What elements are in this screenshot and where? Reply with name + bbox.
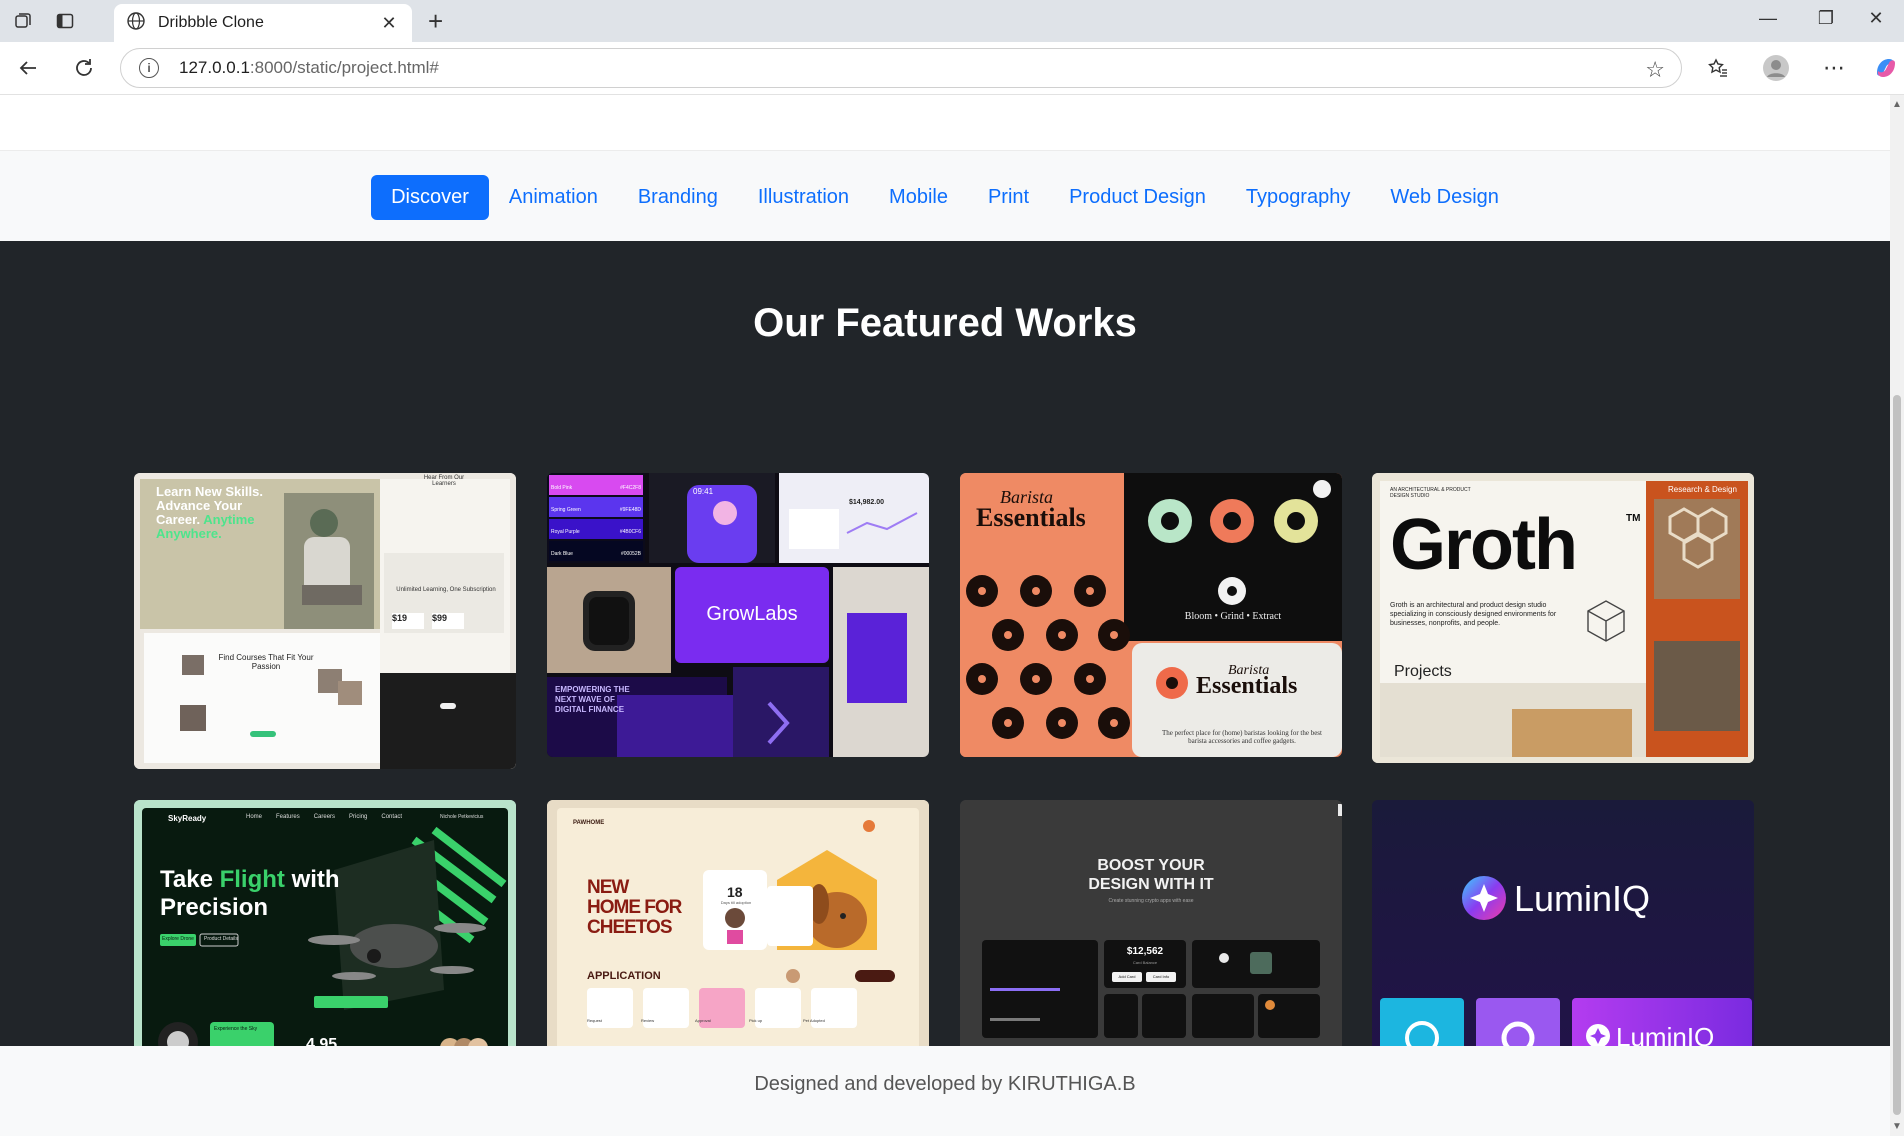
- window-close-icon[interactable]: ✕: [1856, 8, 1896, 29]
- card-5-user: Nichole Petkevicius: [440, 814, 484, 820]
- card-7-headline: BOOST YOUR DESIGN WITH IT: [1088, 857, 1214, 893]
- browser-tab-strip: Dribbble Clone ✕ + — ❐ ✕: [0, 0, 1904, 42]
- card-8-brand: LuminIQ: [1514, 878, 1651, 919]
- url-bar[interactable]: i 127.0.0.1:8000/static/project.html# ☆: [120, 48, 1682, 88]
- card-5-promo: Experience the Sky: [214, 1026, 258, 1032]
- featured-card-5[interactable]: SkyReady Home Features Careers Pricing Conta…: [134, 800, 516, 1079]
- card-2-swatch-list: Bold Pink #F4C2F8 Spring Green #9FE48D Roy…: [551, 485, 641, 557]
- card-4-kicker: AN ARCHITECTURAL & PRODUCT DESIGN STUDIO: [1390, 487, 1471, 499]
- category-branding[interactable]: Branding: [618, 175, 738, 220]
- category-nav: Discover Animation Branding Illustration…: [0, 150, 1890, 243]
- footer: Designed and developed by KIRUTHIGA.B: [0, 1046, 1890, 1136]
- featured-works-section: Our Featured Works Learn New Skills. Adv…: [0, 241, 1890, 1079]
- restore-icon[interactable]: ❐: [1806, 8, 1846, 29]
- card-4-tm: TM: [1626, 513, 1641, 524]
- minimize-icon[interactable]: —: [1748, 8, 1788, 29]
- card-6-days-label: Days till adoption: [720, 900, 752, 905]
- featured-card-1[interactable]: Learn New Skills. Advance Your Career. A…: [134, 473, 516, 769]
- workspaces-icon[interactable]: [10, 8, 36, 34]
- category-web-design[interactable]: Web Design: [1370, 175, 1519, 220]
- card-7-subtitle: Create stunning crypto apps with ease: [1108, 898, 1194, 904]
- featured-card-7[interactable]: BOOST YOUR DESIGN WITH IT Create stunnin…: [960, 800, 1342, 1079]
- favorite-star-icon[interactable]: ☆: [1645, 57, 1665, 83]
- category-print[interactable]: Print: [968, 175, 1049, 220]
- refresh-icon[interactable]: [70, 54, 98, 82]
- new-tab-icon[interactable]: +: [428, 8, 443, 34]
- profile-avatar-icon[interactable]: [1762, 54, 1790, 82]
- tab-title: Dribbble Clone: [158, 14, 264, 31]
- site-info-icon[interactable]: i: [139, 58, 159, 78]
- card-3-brand-main-2: Essentials: [1196, 673, 1298, 699]
- copilot-icon[interactable]: [1872, 54, 1900, 82]
- card-3-blurb: The perfect place for (home) baristas lo…: [1162, 729, 1322, 745]
- card-1-price-a: $19: [392, 613, 408, 623]
- card-1-price-b: $99: [432, 613, 448, 623]
- card-2-amount: $14,982.00: [849, 499, 885, 506]
- category-illustration[interactable]: Illustration: [738, 175, 869, 220]
- card-4-description: Groth is an architectural and product de…: [1390, 602, 1557, 627]
- card-7-btn-b: Card Info: [1152, 974, 1170, 979]
- card-6-headline: NEW HOME FOR CHEETOS: [587, 877, 682, 938]
- address-bar-row: i 127.0.0.1:8000/static/project.html# ☆ …: [0, 42, 1904, 95]
- card-5-headline: Take Flight with Precision: [160, 866, 340, 921]
- card-7-amount: $12,562: [1126, 946, 1164, 957]
- category-product-design[interactable]: Product Design: [1049, 175, 1226, 220]
- card-1-plan-title: Unlimited Learning, One Subscription: [396, 587, 496, 593]
- url-text: 127.0.0.1:8000/static/project.html#: [179, 58, 439, 77]
- scroll-up-icon[interactable]: ▲: [1892, 99, 1902, 110]
- scroll-down-icon[interactable]: ▼: [1892, 1121, 1902, 1132]
- browser-tab-active[interactable]: Dribbble Clone ✕: [114, 4, 412, 42]
- section-title: Our Featured Works: [753, 301, 1137, 345]
- featured-card-8[interactable]: LuminIQ LuminIQ: [1372, 800, 1754, 1079]
- featured-card-6[interactable]: PAWHOME NEW HOME FOR CHEETOS 18 Days til…: [547, 800, 929, 1079]
- back-icon[interactable]: [14, 54, 42, 82]
- card-1-side-title: Hear From Our Learners: [423, 475, 465, 487]
- card-6-brand: PAWHOME: [573, 820, 605, 826]
- card-4-brand: Groth: [1390, 505, 1578, 585]
- card-6-artwork: [547, 800, 929, 1079]
- card-6-steps: Request Review Approval Pick up Pet Adopted: [587, 1018, 825, 1023]
- page-viewport: Discover Animation Branding Illustration…: [0, 95, 1890, 1136]
- card-2-slogan: EMPOWERING THE NEXT WAVE OF DIGITAL FINA…: [555, 685, 630, 714]
- card-1-subtitle: Find Courses That Fit Your Passion: [218, 653, 314, 671]
- card-2-time: 09:41: [693, 487, 714, 496]
- card-5-cta-secondary: Product Details: [204, 936, 238, 942]
- card-7-amount-label: Card Balance: [1132, 960, 1158, 965]
- card-5-nav: Home Features Careers Pricing Contact: [246, 814, 403, 820]
- favorites-icon[interactable]: [1704, 54, 1732, 82]
- vertical-scrollbar[interactable]: ▲ ▼: [1890, 95, 1904, 1136]
- featured-card-4[interactable]: AN ARCHITECTURAL & PRODUCT DESIGN STUDIO…: [1372, 473, 1754, 763]
- card-5-brand: SkyReady: [168, 814, 207, 823]
- card-4-projects-label: Projects: [1394, 663, 1452, 680]
- scrollbar-thumb[interactable]: [1893, 395, 1901, 1115]
- globe-icon: [126, 11, 146, 36]
- card-6-section: APPLICATION: [587, 970, 661, 982]
- category-animation[interactable]: Animation: [489, 175, 618, 220]
- footer-credit: Designed and developed by KIRUTHIGA.B: [754, 1073, 1136, 1095]
- card-3-brand-main: Essentials: [976, 503, 1086, 532]
- category-typography[interactable]: Typography: [1226, 175, 1371, 220]
- category-discover[interactable]: Discover: [371, 174, 489, 220]
- featured-card-2[interactable]: Bold Pink #F4C2F8 Spring Green #9FE48D Roy…: [547, 473, 929, 757]
- card-5-cta-primary: Explore Drone: [162, 936, 194, 942]
- category-mobile[interactable]: Mobile: [869, 175, 968, 220]
- tab-actions-icon[interactable]: [52, 8, 78, 34]
- featured-card-3[interactable]: Barista Essentials Bloom • Grind • Extra…: [960, 473, 1342, 757]
- close-tab-icon[interactable]: ✕: [378, 13, 400, 34]
- card-7-artwork: [960, 800, 1342, 1079]
- card-2-brand: GrowLabs: [706, 603, 798, 625]
- card-6-days: 18: [727, 884, 743, 900]
- card-4-side-label: Research & Design: [1668, 485, 1737, 494]
- more-options-icon[interactable]: ⋯: [1820, 54, 1848, 82]
- card-3-tagline: Bloom • Grind • Extract: [1184, 611, 1282, 622]
- card-7-btn-a: Add Card: [1118, 974, 1136, 979]
- card-1-headline: Learn New Skills. Advance Your Career. A…: [156, 484, 263, 541]
